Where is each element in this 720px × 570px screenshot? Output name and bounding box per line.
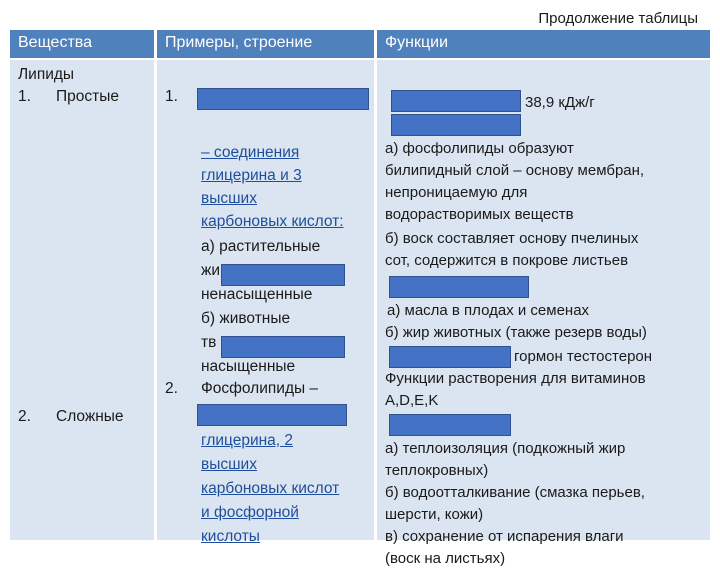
function-line: а) масла в плодах и семенах [387, 302, 590, 319]
complex-lipids-label: Сложные [56, 408, 124, 425]
table-continuation-note: Продолжение таблицы [538, 10, 698, 27]
compound-text-line[interactable]: высших [201, 188, 257, 210]
redacted-block [389, 276, 529, 298]
unsaturated-label: ненасыщенные [201, 286, 313, 303]
cell-substances: Липиды 1. Простые 2. Сложные [10, 60, 154, 540]
phospholipids-label: Фосфолипиды – [201, 380, 319, 397]
example2-number: 2. [165, 380, 178, 397]
phospholipid-text-line[interactable]: кислоты [201, 526, 260, 548]
energy-value: 38,9 кДж/г [525, 94, 595, 111]
testosterone-line: гормон тестостерон [514, 348, 653, 365]
phospholipid-text-line[interactable]: высших [201, 454, 257, 476]
compound-text-line[interactable]: – соединения [201, 142, 299, 164]
header-substances: Вещества [10, 30, 154, 58]
function-line: водорастворимых веществ [385, 206, 574, 223]
item1-number: 1. [18, 88, 31, 105]
function-line: шерсти, кожи) [385, 506, 484, 523]
item2-number: 2. [18, 408, 31, 425]
lipids-title: Липиды [18, 66, 75, 83]
redacted-block [197, 88, 369, 110]
function-line: Функции растворения для витаминов [385, 370, 646, 387]
function-line: в) сохранение от испарения влаги [385, 528, 624, 545]
animal-fats-label: б) животные [201, 310, 291, 327]
function-line: б) жир животных (также резерв воды) [385, 324, 647, 341]
header-examples: Примеры, строение [157, 30, 374, 58]
redacted-block [389, 414, 511, 436]
compound-text-line[interactable]: карбоновых кислот: [201, 211, 344, 233]
phospholipid-text-line[interactable]: карбоновых кислот [201, 478, 339, 500]
function-line: а) фосфолипиды образуют [385, 140, 574, 157]
function-line: а) теплоизоляция (подкожный жир [385, 440, 626, 457]
redacted-block [389, 346, 511, 368]
function-line: непроницаемую для [385, 184, 528, 201]
function-line: теплокровных) [385, 462, 489, 479]
lipids-table: Вещества Примеры, строение Функции Липид… [10, 30, 710, 567]
function-line: (воск на листьях) [385, 550, 506, 567]
cell-functions: 38,9 кДж/г а) фосфолипиды образуют билип… [377, 60, 710, 567]
cell-examples: 1. – соединения глицерина и 3 высших кар… [157, 60, 374, 545]
function-line: билипидный слой – основу мембран, [385, 162, 645, 179]
simple-lipids-label: Простые [56, 88, 119, 105]
animal-fats-prefix: тв [201, 334, 217, 351]
example1-number: 1. [165, 88, 178, 105]
function-line: б) воск составляет основу пчелиных [385, 230, 639, 247]
redacted-block [391, 90, 521, 112]
plant-fats-prefix: жи [201, 262, 221, 279]
redacted-block [221, 264, 345, 286]
function-line: сот, содержится в покрове листьев [385, 252, 629, 269]
header-functions: Функции [377, 30, 710, 58]
phospholipid-text-line[interactable]: и фосфорной [201, 502, 299, 524]
redacted-block [221, 336, 345, 358]
function-line: A,D,E,K [385, 392, 439, 409]
redacted-block [391, 114, 521, 136]
saturated-label: насыщенные [201, 358, 296, 375]
compound-text-line[interactable]: глицерина и 3 [201, 165, 302, 187]
redacted-block [197, 404, 347, 426]
function-line: б) водоотталкивание (смазка перьев, [385, 484, 645, 501]
plant-fats-label: а) растительные [201, 238, 321, 255]
phospholipid-text-line[interactable]: глицерина, 2 [201, 430, 293, 452]
